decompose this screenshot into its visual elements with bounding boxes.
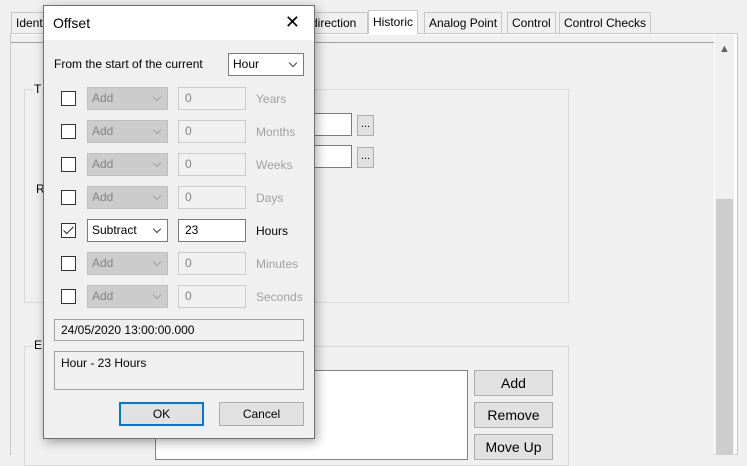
chevron-down-icon (152, 125, 162, 135)
seconds-value-field: 0 (178, 285, 246, 308)
weeks-checkbox[interactable] (61, 157, 76, 172)
years-checkbox[interactable] (61, 91, 76, 106)
close-icon[interactable]: ✕ (285, 13, 300, 31)
cancel-button[interactable]: Cancel (219, 402, 304, 426)
add-button[interactable]: Add (474, 370, 553, 396)
tab-historic[interactable]: Historic (368, 10, 419, 34)
days-checkbox[interactable] (61, 190, 76, 205)
months-operation-value: Add (92, 124, 114, 138)
weeks-operation-dropdown: Add (87, 153, 168, 176)
seconds-label: Seconds (256, 290, 303, 304)
chevron-down-icon (152, 158, 162, 168)
chevron-down-icon (152, 290, 162, 300)
weeks-operation-value: Add (92, 157, 114, 171)
minutes-operation-value: Add (92, 256, 114, 270)
offset-description-field: Hour - 23 Hours (54, 351, 304, 390)
tab-analog-point[interactable]: Analog Point (424, 12, 503, 33)
hours-value-field[interactable]: 23 (178, 219, 246, 242)
years-operation-dropdown: Add (87, 87, 168, 110)
months-label: Months (256, 125, 296, 139)
scroll-thumb[interactable] (716, 199, 733, 455)
tab-control[interactable]: Control (507, 12, 556, 33)
hours-operation-dropdown[interactable]: Subtract (87, 219, 168, 242)
chevron-down-icon (288, 58, 298, 68)
group-box-1-label: T (33, 82, 43, 96)
days-operation-value: Add (92, 190, 114, 204)
hours-operation-value: Subtract (92, 223, 137, 237)
bg-text-field-1[interactable] (312, 113, 352, 136)
scroll-up-arrow-icon[interactable]: ▲ (715, 35, 734, 63)
seconds-operation-value: Add (92, 289, 114, 303)
bg-browse-button-1[interactable]: ... (357, 115, 374, 136)
days-operation-dropdown: Add (87, 186, 168, 209)
seconds-checkbox[interactable] (61, 289, 76, 304)
chevron-down-icon (152, 191, 162, 201)
offset-dialog: Offset ✕ From the start of the current H… (43, 5, 315, 439)
days-label: Days (256, 191, 284, 205)
chevron-down-icon (152, 92, 162, 102)
weeks-label: Weeks (256, 158, 293, 172)
seconds-operation-dropdown: Add (87, 285, 168, 308)
tab-control-checks[interactable]: Control Checks (559, 12, 652, 33)
checkmark-icon (63, 223, 74, 235)
minutes-value-field: 0 (178, 252, 246, 275)
bg-browse-button-2[interactable]: ... (357, 147, 374, 168)
ok-button[interactable]: OK (119, 402, 204, 426)
months-checkbox[interactable] (61, 124, 76, 139)
months-value-field: 0 (178, 120, 246, 143)
hours-label: Hours (256, 224, 289, 238)
dialog-title: Offset (53, 15, 91, 31)
start-unit-dropdown[interactable]: Hour (228, 53, 304, 76)
dialog-titlebar[interactable]: Offset ✕ (44, 6, 314, 40)
result-datetime-field: 24/05/2020 13:00:00.000 (54, 319, 304, 341)
weeks-value-field: 0 (178, 153, 246, 176)
tab-direction[interactable]: direction (306, 12, 368, 33)
days-value-field: 0 (178, 186, 246, 209)
bg-text-field-2[interactable] (312, 145, 352, 168)
hours-checkbox[interactable] (61, 223, 76, 238)
years-label: Years (256, 92, 287, 106)
months-operation-dropdown: Add (87, 120, 168, 143)
start-unit-value: Hour (233, 57, 260, 71)
group-box-3-label: E (33, 338, 44, 352)
remove-button[interactable]: Remove (474, 402, 553, 428)
years-operation-value: Add (92, 91, 114, 105)
minutes-operation-dropdown: Add (87, 252, 168, 275)
minutes-label: Minutes (256, 257, 299, 271)
start-of-current-label: From the start of the current (54, 57, 203, 71)
move-up-button[interactable]: Move Up (474, 434, 553, 460)
years-value-field: 0 (178, 87, 246, 110)
vertical-scrollbar[interactable]: ▲ (715, 35, 734, 455)
chevron-down-icon (152, 257, 162, 267)
minutes-checkbox[interactable] (61, 256, 76, 271)
chevron-down-icon (152, 224, 162, 234)
